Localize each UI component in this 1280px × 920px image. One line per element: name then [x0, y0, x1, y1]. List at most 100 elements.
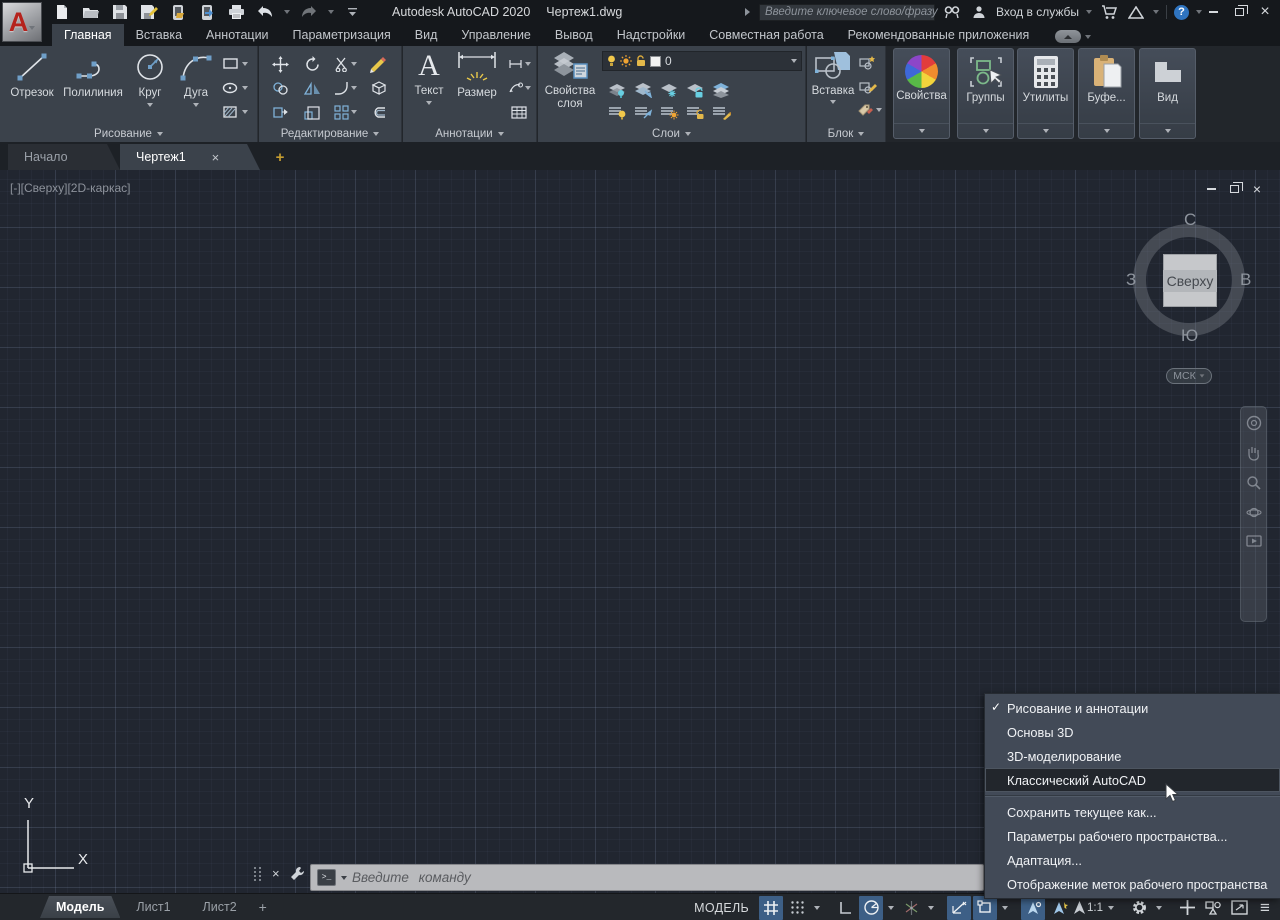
layer-isolate-button[interactable]	[630, 80, 656, 100]
layer-match-button[interactable]	[708, 80, 734, 100]
open-file-button[interactable]	[81, 2, 101, 22]
signin-dropdown-icon[interactable]	[1086, 10, 1092, 14]
command-prompt-icon[interactable]: >_	[317, 869, 336, 886]
help-icon[interactable]: ?	[1174, 5, 1189, 20]
rectangle-dropdown-icon[interactable]	[242, 62, 248, 66]
signin-button[interactable]: Вход в службы	[996, 5, 1079, 19]
rectangle-button[interactable]	[222, 54, 248, 74]
ribbon-collapse-button[interactable]	[1055, 30, 1081, 43]
arc-button[interactable]: Дуга	[174, 50, 218, 107]
close-button[interactable]: ×	[1254, 2, 1276, 22]
layer-change-button[interactable]	[708, 102, 734, 122]
menu-item-drafting-annotation[interactable]: ✓ Рисование и аннотации	[985, 696, 1280, 720]
viewport-restore-button[interactable]	[1227, 182, 1241, 196]
panel-groups-expand[interactable]	[958, 123, 1013, 138]
save-as-button[interactable]	[139, 2, 159, 22]
fillet-button[interactable]	[329, 78, 361, 98]
undo-button[interactable]	[255, 2, 275, 22]
panel-clipboard-expand[interactable]	[1079, 123, 1134, 138]
attributes-dropdown-icon[interactable]	[876, 108, 882, 112]
edit-block-button[interactable]	[855, 76, 881, 96]
define-attributes-button[interactable]	[855, 100, 885, 120]
tab-output[interactable]: Вывод	[543, 24, 605, 46]
restore-button[interactable]	[1228, 2, 1250, 22]
layout-tab-layout1[interactable]: Лист1	[120, 896, 186, 918]
hatch-button[interactable]	[222, 102, 248, 122]
snap-dropdown-icon[interactable]	[811, 896, 823, 920]
layer-on-all-button[interactable]	[604, 102, 630, 122]
line-button[interactable]: Отрезок	[8, 50, 56, 100]
undo-dropdown-icon[interactable]	[284, 10, 290, 14]
new-file-button[interactable]	[52, 2, 72, 22]
command-input[interactable]: Введите команду	[352, 870, 471, 885]
menu-item-3d-modeling[interactable]: 3D-моделирование	[985, 744, 1280, 768]
explode-button[interactable]	[365, 78, 391, 98]
mirror-button[interactable]	[299, 78, 325, 98]
menu-item-save-current-as[interactable]: Сохранить текущее как...	[985, 800, 1280, 824]
navigation-wheel-icon[interactable]	[1246, 415, 1262, 431]
leader-button[interactable]	[503, 78, 535, 98]
command-drag-handle[interactable]	[254, 867, 262, 881]
array-dropdown-icon[interactable]	[351, 110, 357, 114]
polyline-button[interactable]: Полилиния	[58, 50, 128, 100]
app-store-cart-icon[interactable]	[1099, 2, 1119, 22]
menu-item-display-workspace-labels[interactable]: Отображение меток рабочего пространства	[985, 872, 1280, 896]
text-button[interactable]: A Текст	[409, 50, 449, 105]
trim-dropdown-icon[interactable]	[351, 62, 357, 66]
stretch-button[interactable]	[267, 102, 293, 122]
open-from-web-mobile-button[interactable]	[168, 2, 188, 22]
tab-parametric[interactable]: Параметризация	[281, 24, 403, 46]
plot-button[interactable]	[226, 2, 246, 22]
viewcube-west[interactable]: З	[1126, 270, 1136, 290]
panel-draw-title[interactable]: Рисование	[0, 128, 257, 140]
isodraft-toggle[interactable]	[899, 896, 923, 920]
panel-clipboard[interactable]: Буфе...	[1078, 48, 1135, 139]
layer-unisolate-button[interactable]	[630, 102, 656, 122]
file-tab-start[interactable]: Начало	[8, 144, 120, 170]
annotation-visibility-toggle[interactable]	[1021, 896, 1045, 920]
panel-modify-title[interactable]: Редактирование	[259, 128, 401, 140]
new-drawing-tab-button[interactable]: +	[270, 148, 290, 166]
recent-commands-icon[interactable]	[341, 876, 347, 880]
annotation-scale-dropdown-icon[interactable]	[1105, 896, 1117, 920]
command-close-icon[interactable]: ×	[272, 866, 280, 881]
panel-properties-expand[interactable]	[894, 123, 949, 138]
search-expand-icon[interactable]	[744, 7, 752, 17]
panel-annotation-title[interactable]: Аннотации	[403, 128, 536, 140]
new-layout-button[interactable]: +	[259, 899, 267, 915]
polar-tracking-toggle[interactable]	[859, 896, 883, 920]
viewport-close-button[interactable]: ×	[1250, 182, 1264, 196]
create-block-button[interactable]	[855, 52, 881, 72]
panel-utilities-expand[interactable]	[1018, 123, 1073, 138]
grid-toggle[interactable]	[759, 896, 783, 920]
menu-item-classic-autocad[interactable]: Классический AutoCAD	[985, 768, 1280, 792]
tab-manage[interactable]: Управление	[449, 24, 543, 46]
text-dropdown-icon[interactable]	[426, 101, 432, 105]
tab-view[interactable]: Вид	[403, 24, 450, 46]
ribbon-collapse-dropdown-icon[interactable]	[1085, 35, 1091, 39]
viewcube-top-face[interactable]: Сверху	[1163, 254, 1217, 307]
layer-freeze-button[interactable]	[656, 80, 682, 100]
object-snap-tracking-toggle[interactable]	[947, 896, 971, 920]
dim-style-button[interactable]	[503, 54, 535, 74]
circle-dropdown-icon[interactable]	[147, 103, 153, 107]
dim-dropdown-icon[interactable]	[525, 62, 531, 66]
viewport-minimize-button[interactable]	[1204, 182, 1218, 196]
snap-toggle[interactable]	[785, 896, 809, 920]
annotation-scale-button[interactable]: 1:1	[1073, 896, 1103, 920]
tab-annotate[interactable]: Аннотации	[194, 24, 280, 46]
fillet-dropdown-icon[interactable]	[351, 86, 357, 90]
minimize-button[interactable]	[1202, 2, 1224, 22]
annotation-autoscale-toggle[interactable]	[1047, 896, 1071, 920]
arc-dropdown-icon[interactable]	[193, 103, 199, 107]
viewport-controls-label[interactable]: [-][Сверху][2D-каркас]	[10, 181, 131, 195]
qat-customize-button[interactable]	[343, 2, 363, 22]
panel-groups[interactable]: Группы	[957, 48, 1014, 139]
layout-tab-model[interactable]: Модель	[40, 896, 120, 918]
search-input[interactable]: Введите ключевое слово/фразу	[759, 4, 935, 21]
tab-insert[interactable]: Вставка	[124, 24, 194, 46]
save-button[interactable]	[110, 2, 130, 22]
panel-properties[interactable]: Свойства	[893, 48, 950, 139]
leader-dropdown-icon[interactable]	[525, 86, 531, 90]
viewcube[interactable]: С З В Ю Сверху	[1122, 212, 1258, 348]
